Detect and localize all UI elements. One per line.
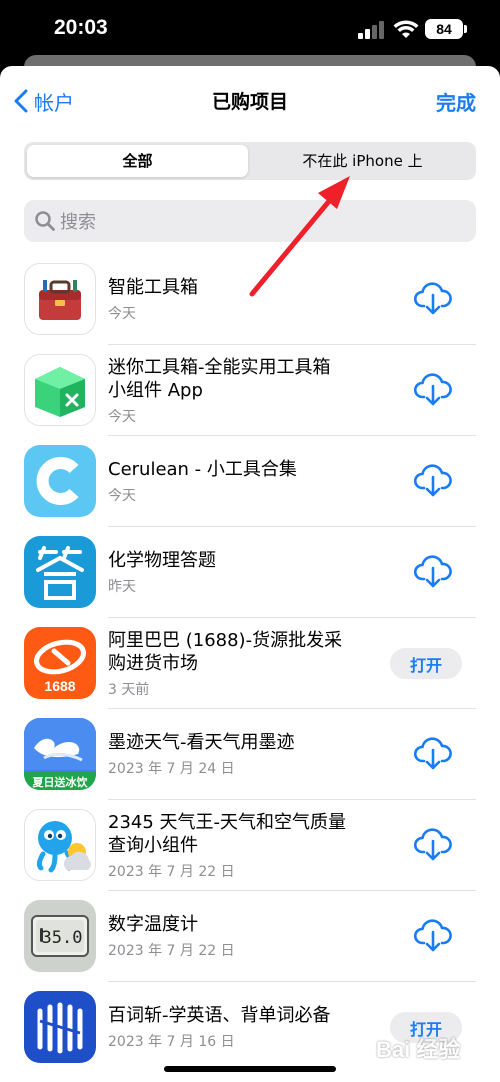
purchase-date: 2023 年 7 月 22 日 bbox=[108, 943, 235, 959]
purchase-date: 今天 bbox=[108, 408, 136, 425]
app-name: 阿里巴巴 (1688)-货源批发采 购进货市场 bbox=[108, 629, 343, 674]
list-item[interactable]: 35.0 数字温度计 2023 年 7 月 22 日 bbox=[0, 891, 500, 982]
purchased-app-list: 智能工具箱 今天 迷你工具箱-全能实用工具箱 小组件 App 今天 Cerule… bbox=[0, 254, 500, 1073]
purchase-date: 2023 年 7 月 22 日 bbox=[108, 863, 235, 880]
app-name: 智能工具箱 bbox=[108, 277, 198, 298]
list-item[interactable]: 智能工具箱 今天 bbox=[0, 254, 500, 345]
cloud-download-icon[interactable] bbox=[414, 464, 452, 498]
purchased-sheet: 帐户 已购项目 完成 全部 不在此 iPhone 上 智能工具箱今 bbox=[0, 66, 500, 1082]
watermark-logo: Bai 经验 bbox=[376, 1037, 461, 1062]
cloud-download-icon[interactable] bbox=[414, 555, 452, 589]
segment-all[interactable]: 全部 bbox=[27, 145, 248, 177]
page-title: 已购项目 bbox=[211, 91, 288, 113]
toolbox-icon bbox=[24, 263, 96, 335]
status-time: 20:03 bbox=[54, 16, 108, 39]
app-name: 2345 天气王-天气和空气质量 查询小组件 bbox=[108, 811, 347, 856]
search-bar bbox=[24, 200, 476, 244]
app-name: 数字温度计 bbox=[108, 914, 198, 935]
cloud-download-icon[interactable] bbox=[414, 919, 452, 953]
battery-level: 84 bbox=[436, 21, 452, 37]
list-item[interactable]: 迷你工具箱-全能实用工具箱 小组件 App 今天 bbox=[0, 345, 500, 436]
open-button[interactable]: 打开 bbox=[390, 648, 462, 679]
thermometer-icon: 35.0 bbox=[24, 900, 96, 972]
weather-2345-icon bbox=[24, 809, 96, 881]
answer-icon bbox=[24, 536, 96, 608]
home-indicator bbox=[164, 1066, 336, 1072]
search-icon bbox=[35, 211, 55, 231]
app-name: 百词斩-学英语、背单词必备 bbox=[108, 1005, 331, 1026]
done-button[interactable]: 完成 bbox=[436, 87, 476, 116]
alibaba-1688-icon: 1688 bbox=[24, 627, 96, 699]
status-bar: 20:03 84 bbox=[0, 0, 500, 56]
battery-icon: 84 bbox=[425, 19, 467, 39]
icon-label: 1688 bbox=[44, 678, 75, 694]
cerulean-icon bbox=[24, 445, 96, 517]
purchase-date: 今天 bbox=[108, 488, 136, 504]
list-item[interactable]: 2345 天气王-天气和空气质量 查询小组件 2023 年 7 月 22 日 bbox=[0, 800, 500, 891]
mini-toolbox-icon bbox=[24, 354, 96, 426]
purchase-date: 2023 年 7 月 24 日 bbox=[108, 761, 235, 777]
cloud-download-icon[interactable] bbox=[414, 828, 452, 862]
cloud-download-icon[interactable] bbox=[414, 282, 452, 316]
app-name: 墨迹天气-看天气用墨迹 bbox=[108, 732, 295, 753]
purchase-date: 3 天前 bbox=[108, 681, 150, 698]
cloud-download-icon[interactable] bbox=[414, 737, 452, 771]
app-name: Cerulean - 小工具合集 bbox=[108, 459, 297, 480]
icon-label: 夏日送冰饮 bbox=[33, 775, 89, 789]
segmented-control: 全部 不在此 iPhone 上 bbox=[24, 142, 476, 180]
list-item[interactable]: Cerulean - 小工具合集今天 bbox=[0, 436, 500, 527]
cellular-signal-icon bbox=[358, 21, 384, 39]
app-name: 化学物理答题 bbox=[108, 550, 216, 571]
purchase-date: 2023 年 7 月 16 日 bbox=[108, 1034, 235, 1050]
icon-label: 35.0 bbox=[42, 928, 83, 948]
wifi-icon bbox=[393, 20, 419, 38]
purchase-date: 昨天 bbox=[108, 579, 136, 595]
segment-not-on-iphone[interactable]: 不在此 iPhone 上 bbox=[252, 145, 473, 177]
baicizhan-icon: 100 bbox=[24, 991, 96, 1063]
list-item[interactable]: 1688 阿里巴巴 (1688)-货源批发采 购进货市场 3 天前 打开 bbox=[0, 618, 500, 709]
cloud-download-icon[interactable] bbox=[414, 373, 452, 407]
list-item[interactable]: 化学物理答题 昨天 bbox=[0, 527, 500, 618]
list-item[interactable]: 夏日送冰饮 墨迹天气-看天气用墨迹 2023 年 7 月 24 日 bbox=[0, 709, 500, 800]
navigation-bar: 帐户 已购项目 完成 bbox=[0, 66, 500, 132]
app-name: 迷你工具箱-全能实用工具箱 小组件 App bbox=[108, 356, 331, 401]
search-input[interactable] bbox=[58, 200, 462, 244]
moji-weather-icon: 夏日送冰饮 bbox=[24, 718, 96, 790]
purchase-date: 今天 bbox=[108, 306, 136, 322]
icon-label: 100 bbox=[56, 1057, 64, 1062]
